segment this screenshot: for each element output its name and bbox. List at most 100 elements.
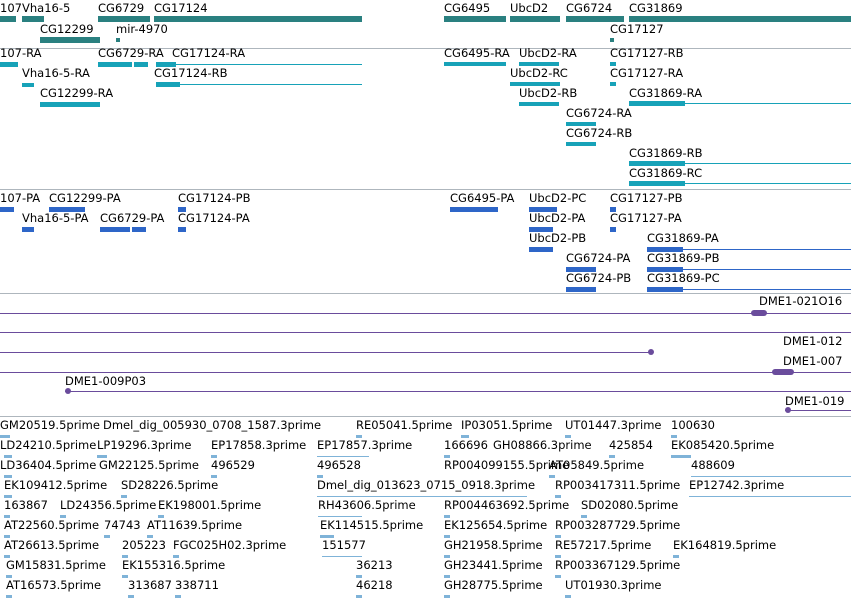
est-glyph[interactable] (6, 595, 12, 598)
est-glyph[interactable] (4, 495, 12, 498)
est-glyph[interactable] (444, 575, 450, 578)
est-glyph[interactable] (317, 475, 323, 478)
est-label[interactable]: AT11639.5prime (147, 518, 242, 532)
est-label[interactable]: AT26613.5prime (4, 538, 99, 552)
protein-label[interactable]: CG17124-PB (178, 191, 251, 205)
est-label[interactable]: Dmel_dig_013623_0715_0918.3prime (317, 478, 535, 492)
est-glyph[interactable] (673, 555, 679, 558)
transcript-label[interactable]: CG6495-RA (444, 46, 510, 60)
transcript-label[interactable]: CG31869-RA (629, 86, 702, 100)
probe-glyph[interactable] (648, 349, 654, 355)
transcript-label[interactable]: CG17127-RA (610, 66, 683, 80)
transcript-glyph[interactable] (40, 102, 100, 107)
transcript-glyph[interactable] (22, 83, 34, 87)
protein-glyph[interactable] (647, 287, 683, 292)
est-label[interactable]: EP12742.3prime (689, 478, 784, 492)
gene-label[interactable]: CG6729 (98, 1, 144, 15)
est-label[interactable]: 205223 (122, 538, 166, 552)
est-label[interactable]: LP19296.3prime (97, 438, 191, 452)
protein-label[interactable]: UbcD2-PA (529, 211, 585, 225)
transcript-glyph[interactable] (519, 62, 559, 66)
protein-label[interactable]: UbcD2-PB (529, 231, 586, 245)
gene-glyph[interactable] (22, 16, 44, 22)
probe-label[interactable]: DME1-007 (783, 354, 842, 368)
est-label[interactable]: AT16573.5prime (6, 578, 101, 592)
probe-glyph[interactable] (751, 310, 767, 316)
transcript-label[interactable]: Vha16-5-RA (22, 66, 90, 80)
probe-glyph[interactable] (65, 388, 71, 394)
gene-label[interactable]: 107 (0, 1, 22, 15)
protein-glyph[interactable] (610, 227, 616, 232)
est-label[interactable]: 36213 (356, 558, 393, 572)
est-glyph[interactable] (444, 515, 450, 518)
protein-label[interactable]: CG6724-PA (566, 251, 630, 265)
protein-glyph[interactable] (0, 207, 14, 212)
protein-label[interactable]: CG17124-PA (178, 211, 250, 225)
est-label[interactable]: GH08866.3prime (493, 438, 592, 452)
est-glyph[interactable] (128, 595, 134, 598)
est-glyph[interactable] (356, 435, 362, 438)
protein-label[interactable]: UbcD2-PC (529, 191, 586, 205)
est-label[interactable]: 496529 (211, 458, 255, 472)
gene-label[interactable]: mir-4970 (116, 22, 168, 36)
transcript-label[interactable]: CG31869-RC (629, 166, 702, 180)
protein-label[interactable]: CG12299-PA (49, 191, 121, 205)
transcript-label[interactable]: CG6724-RA (566, 106, 632, 120)
est-glyph[interactable] (4, 515, 10, 518)
est-glyph[interactable] (211, 455, 217, 458)
est-label[interactable]: RP003287729.5prime (555, 518, 680, 532)
protein-glyph[interactable] (450, 207, 498, 212)
probe-label[interactable]: DME1-021O16 (759, 294, 842, 308)
est-glyph[interactable] (4, 535, 10, 538)
transcript-glyph[interactable] (610, 82, 616, 86)
probe-label[interactable]: DME1-009P03 (65, 374, 146, 388)
est-label[interactable]: EK155316.5prime (122, 558, 225, 572)
est-label[interactable]: RE05041.5prime (356, 418, 452, 432)
est-label[interactable]: RP004463692.5prime (444, 498, 569, 512)
est-glyph[interactable] (122, 555, 128, 558)
est-glyph[interactable] (671, 455, 691, 458)
est-glyph[interactable] (211, 475, 217, 478)
transcript-label[interactable]: UbcD2-RC (510, 66, 568, 80)
protein-glyph[interactable] (647, 247, 683, 252)
transcript-glyph[interactable] (566, 122, 596, 126)
protein-label[interactable]: CG6724-PB (566, 271, 631, 285)
est-label[interactable]: UT01930.3prime (565, 578, 662, 592)
est-label[interactable]: EP17857.3prime (317, 438, 412, 452)
est-label[interactable]: 163867 (4, 498, 48, 512)
est-label[interactable]: EP17858.3prime (211, 438, 306, 452)
protein-label[interactable]: CG17127-PA (610, 211, 682, 225)
est-label[interactable]: 488609 (691, 458, 735, 472)
gene-glyph[interactable] (0, 16, 16, 22)
est-glyph[interactable] (121, 495, 127, 498)
est-label[interactable]: AT22560.5prime (4, 518, 99, 532)
est-label[interactable]: LD24210.5prime (0, 438, 96, 452)
est-label[interactable]: RE57217.5prime (555, 538, 651, 552)
protein-label[interactable]: CG6729-PA (100, 211, 164, 225)
est-label[interactable]: 151577 (322, 538, 366, 552)
transcript-label[interactable]: CG31869-RB (629, 146, 703, 160)
protein-label[interactable]: 107-PA (0, 191, 40, 205)
gene-glyph[interactable] (444, 16, 506, 22)
est-glyph[interactable] (555, 535, 561, 538)
est-glyph[interactable] (671, 435, 677, 438)
est-label[interactable]: 496528 (317, 458, 361, 472)
protein-glyph[interactable] (132, 227, 146, 232)
est-label[interactable]: 166696 (444, 438, 488, 452)
gene-label[interactable]: CG6724 (566, 1, 612, 15)
est-label[interactable]: AT05849.5prime (549, 458, 644, 472)
est-label[interactable]: IP03051.5prime (461, 418, 552, 432)
est-glyph[interactable] (356, 575, 362, 578)
est-label[interactable]: 338711 (175, 578, 219, 592)
est-label[interactable]: GM15831.5prime (6, 558, 106, 572)
est-glyph[interactable] (555, 575, 561, 578)
est-glyph[interactable] (555, 555, 561, 558)
gene-glyph[interactable] (116, 38, 120, 42)
gene-label[interactable]: CG17124 (154, 1, 208, 15)
est-glyph[interactable] (320, 535, 334, 538)
est-glyph[interactable] (4, 475, 12, 478)
est-glyph[interactable] (60, 515, 66, 518)
est-glyph[interactable] (356, 595, 362, 598)
protein-label[interactable]: CG6495-PA (450, 191, 514, 205)
transcript-glyph[interactable] (566, 142, 596, 146)
